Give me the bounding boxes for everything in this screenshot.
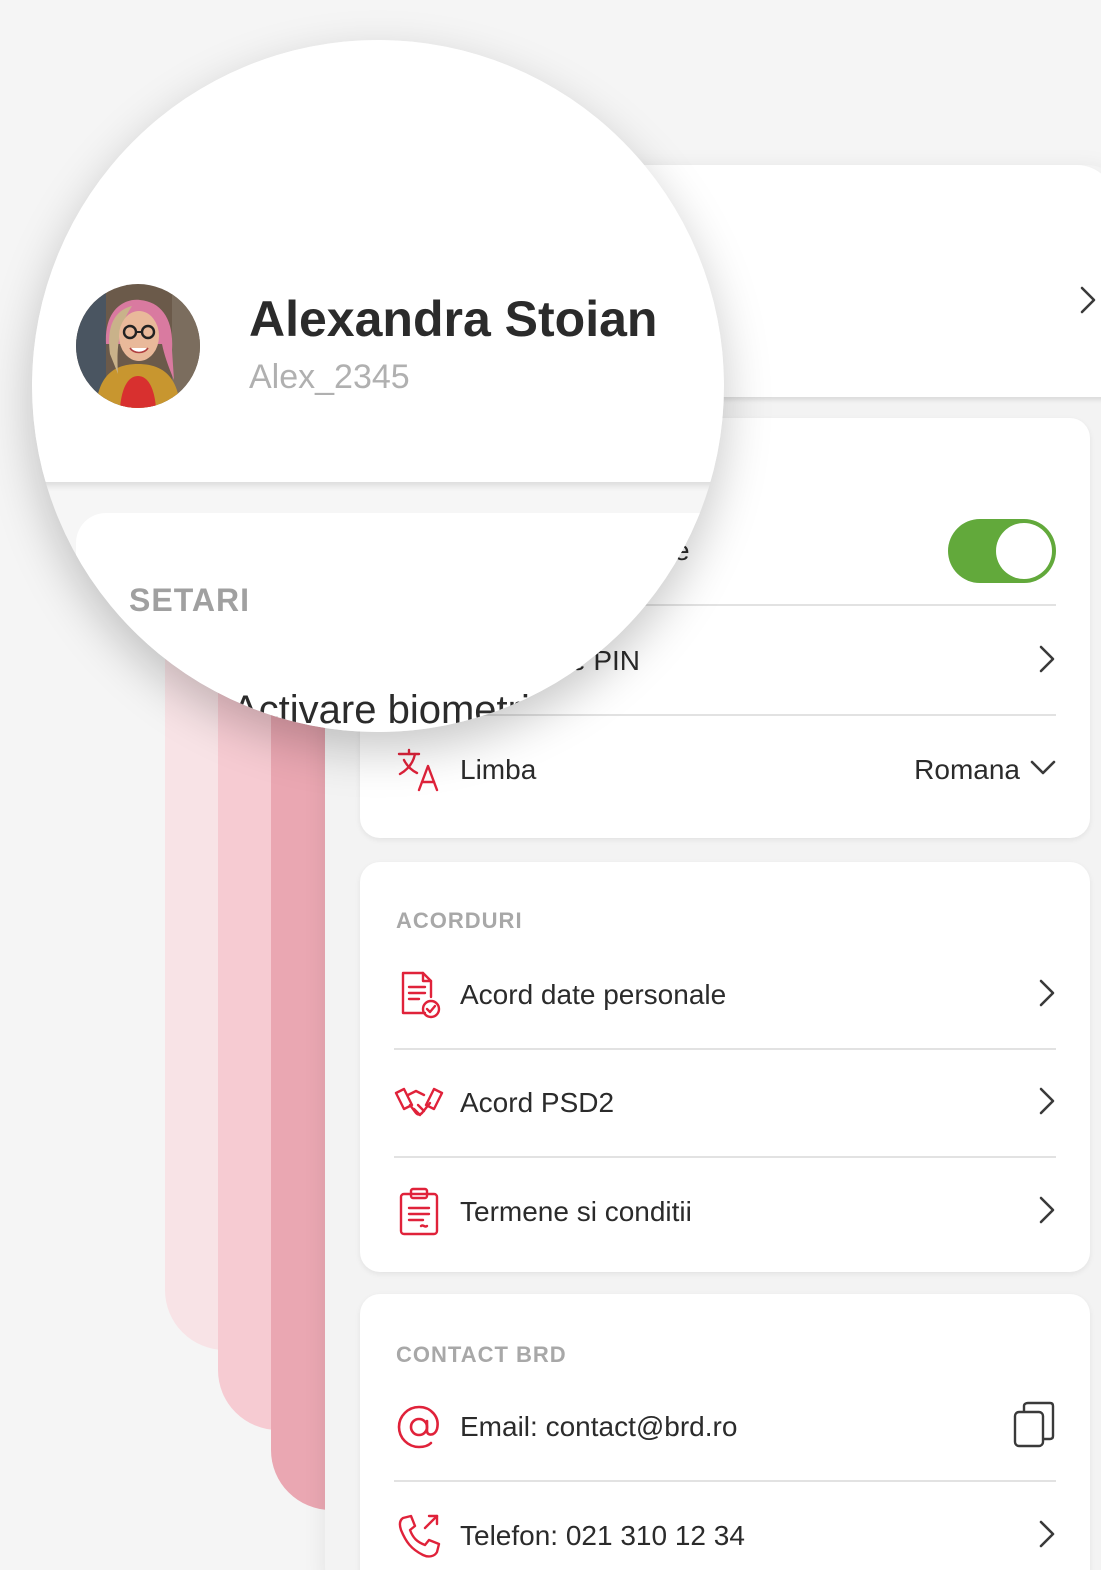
chevron-right-icon bbox=[1038, 1086, 1056, 1121]
agreements-title: ACORDURI bbox=[396, 908, 523, 933]
chevron-right-icon bbox=[1038, 644, 1056, 679]
settings-title: SETARI bbox=[129, 582, 250, 618]
agreement-psd2[interactable]: Acord PSD2 bbox=[394, 1050, 1056, 1158]
agreement-label: Acord date personale bbox=[460, 979, 727, 1010]
profile-username: Alex_2345 bbox=[249, 358, 410, 396]
clipboard-icon bbox=[394, 1187, 444, 1237]
language-value: Romana bbox=[914, 754, 1020, 785]
zoom-magnifier: SETARI Activare biometri Alexandra Stoia… bbox=[32, 40, 724, 732]
chevron-right-icon bbox=[1038, 1519, 1056, 1554]
agreements-card: ACORDURI Acord date personale Acord PSD2 bbox=[360, 862, 1090, 1272]
contact-card: CONTACT BRD Email: contact@brd.ro Telefo… bbox=[360, 1294, 1090, 1570]
biometric-toggle[interactable] bbox=[948, 519, 1056, 583]
chevron-right-icon bbox=[1079, 285, 1097, 320]
copy-icon[interactable] bbox=[1012, 1400, 1056, 1455]
translate-icon bbox=[394, 745, 444, 795]
contact-phone-label: Telefon: 021 310 12 34 bbox=[460, 1520, 745, 1551]
agreement-terms[interactable]: Termene si conditii bbox=[394, 1158, 1056, 1266]
biometric-label: Activare biometri bbox=[232, 688, 530, 732]
language-select[interactable]: Romana bbox=[914, 754, 1056, 786]
chevron-down-icon bbox=[1030, 760, 1056, 781]
contact-phone-row[interactable]: Telefon: 021 310 12 34 bbox=[394, 1482, 1056, 1570]
contact-email-row[interactable]: Email: contact@brd.ro bbox=[394, 1374, 1056, 1482]
profile-name: Alexandra Stoian bbox=[249, 291, 658, 347]
phone-icon bbox=[394, 1511, 444, 1561]
magnified-profile-header[interactable]: Alexandra Stoian Alex_2345 bbox=[32, 40, 724, 482]
avatar[interactable] bbox=[76, 284, 200, 408]
toggle-knob bbox=[996, 523, 1052, 579]
language-label: Limba bbox=[460, 754, 537, 785]
agreement-label: Termene si conditii bbox=[460, 1196, 692, 1227]
agreement-label: Acord PSD2 bbox=[460, 1087, 615, 1118]
language-row[interactable]: Limba Romana bbox=[394, 716, 1056, 824]
contact-email-label: Email: contact@brd.ro bbox=[460, 1411, 738, 1442]
chevron-right-icon bbox=[1038, 978, 1056, 1013]
contact-title: CONTACT BRD bbox=[396, 1342, 567, 1367]
handshake-icon bbox=[394, 1078, 444, 1128]
chevron-right-icon bbox=[1038, 1195, 1056, 1230]
at-icon bbox=[394, 1402, 444, 1452]
agreement-personal-data[interactable]: Acord date personale bbox=[394, 942, 1056, 1050]
document-check-icon bbox=[394, 970, 444, 1020]
